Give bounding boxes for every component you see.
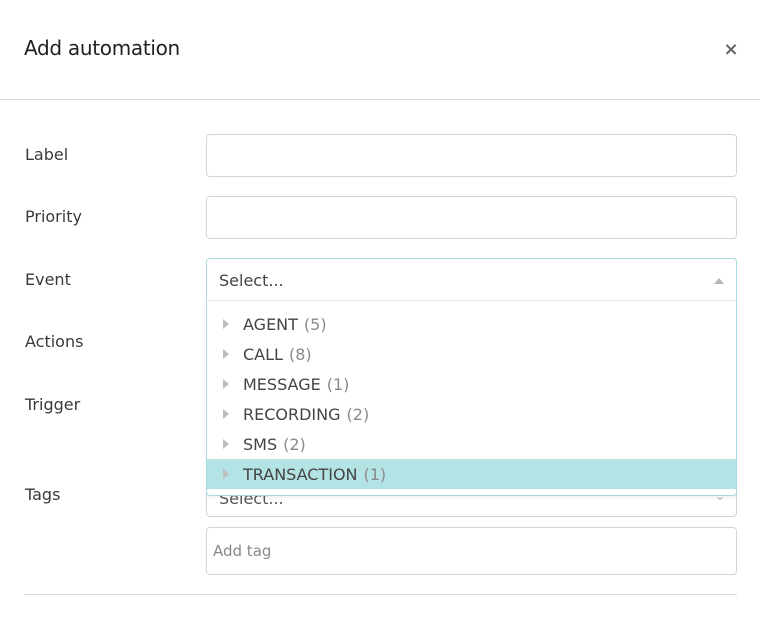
option-label: AGENT xyxy=(243,315,298,334)
option-count: (8) xyxy=(288,345,312,364)
caret-up-icon[interactable] xyxy=(714,278,724,284)
event-field-label: Event xyxy=(25,270,71,289)
label-input[interactable] xyxy=(206,134,737,177)
event-select-placeholder: Select... xyxy=(219,271,284,290)
option-count: (1) xyxy=(326,375,350,394)
option-count: (2) xyxy=(283,435,306,454)
add-automation-dialog: Add automation × Label Priority Event Se… xyxy=(0,0,760,620)
event-dropdown-menu: AGENT (5) CALL (8) MESSAGE (1) RECORDING (2)… xyxy=(206,300,737,496)
dialog-header: Add automation × xyxy=(0,0,760,100)
event-select[interactable]: Select... xyxy=(206,258,737,301)
expand-triangle-icon[interactable] xyxy=(223,439,229,449)
option-label: RECORDING xyxy=(243,405,341,424)
expand-triangle-icon[interactable] xyxy=(223,319,229,329)
option-label: MESSAGE xyxy=(243,375,321,394)
event-option-transaction[interactable]: TRANSACTION (1) xyxy=(207,459,736,489)
option-count: (2) xyxy=(346,405,370,424)
tags-field-label: Tags xyxy=(25,485,61,504)
add-tag-input[interactable] xyxy=(206,527,737,575)
close-icon[interactable]: × xyxy=(722,39,740,61)
expand-triangle-icon[interactable] xyxy=(223,379,229,389)
option-label: SMS xyxy=(243,435,278,454)
dialog-title: Add automation xyxy=(24,36,180,60)
event-option-sms[interactable]: SMS (2) xyxy=(207,429,736,459)
option-count: (1) xyxy=(363,465,387,484)
event-option-message[interactable]: MESSAGE (1) xyxy=(207,369,736,399)
label-field-label: Label xyxy=(25,145,69,164)
expand-triangle-icon[interactable] xyxy=(223,349,229,359)
trigger-field-label: Trigger xyxy=(25,395,81,414)
footer-divider xyxy=(24,594,737,595)
expand-triangle-icon[interactable] xyxy=(223,469,229,479)
event-option-call[interactable]: CALL (8) xyxy=(207,339,736,369)
event-option-agent[interactable]: AGENT (5) xyxy=(207,309,736,339)
event-option-recording[interactable]: RECORDING (2) xyxy=(207,399,736,429)
option-count: (5) xyxy=(303,315,327,334)
option-label: TRANSACTION xyxy=(243,465,358,484)
expand-triangle-icon[interactable] xyxy=(223,409,229,419)
option-label: CALL xyxy=(243,345,283,364)
actions-field-label: Actions xyxy=(25,332,84,351)
priority-field-label: Priority xyxy=(25,207,82,226)
priority-input[interactable] xyxy=(206,196,737,239)
